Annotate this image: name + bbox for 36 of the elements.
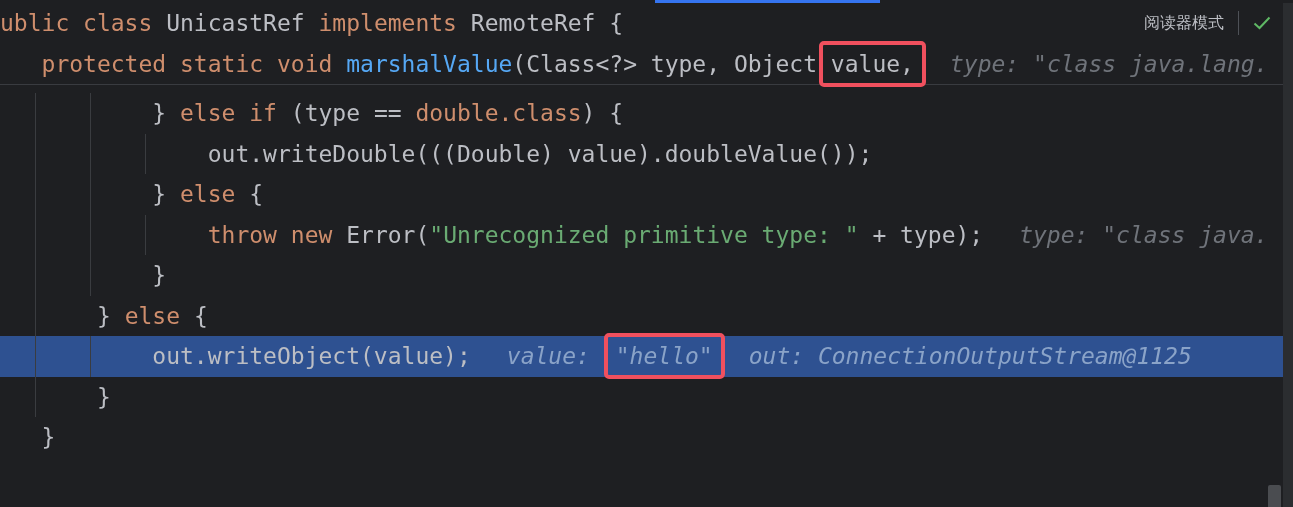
code-text: "Unrecognized primitive type: "	[429, 220, 859, 250]
code-text: ublic class	[0, 9, 154, 38]
reader-mode-link[interactable]: 阅读器模式	[1144, 13, 1224, 34]
code-text: {	[249, 180, 264, 209]
inlay-hint: type: "class java.	[1019, 220, 1269, 250]
code-text: else if	[180, 99, 278, 128]
inlay-hint: "hello"	[603, 333, 725, 380]
code-text: RemoteRef {	[470, 9, 624, 38]
code-text: value,	[818, 40, 926, 87]
code-text: (Class<?> type, Object	[512, 49, 818, 79]
checkmark-icon	[1253, 16, 1271, 31]
code-text: protected static void	[40, 49, 334, 79]
scrollbar-thumb[interactable]	[1268, 485, 1281, 507]
code-text: double.class	[415, 99, 582, 128]
code-text: else	[124, 301, 181, 331]
code-text: Error(	[346, 220, 430, 250]
code-text: }	[151, 261, 167, 290]
code-text: out.writeObject(value);	[151, 342, 471, 371]
inlay-hint: type: "class java.lang.	[949, 49, 1269, 79]
code-text: throw new	[206, 220, 334, 250]
code-text: else	[180, 180, 237, 209]
code-text: }	[95, 382, 111, 412]
code-text: (type ==	[290, 99, 403, 128]
code-text: }	[95, 301, 112, 331]
code-text: marshalValue	[346, 49, 513, 79]
code-text: }	[151, 99, 168, 128]
code-text: + type);	[871, 220, 984, 250]
code-text: }	[40, 423, 56, 452]
code-text: ) {	[581, 99, 624, 128]
code-text: out.writeDouble(((Double) value).doubleValue());	[206, 139, 873, 169]
code-text: }	[151, 180, 168, 209]
inlay-hint: out: ConnectionOutputStream@1125	[748, 342, 1192, 371]
code-text: {	[193, 301, 208, 331]
code-text: implements	[318, 9, 458, 38]
inlay-hint: value:	[506, 342, 591, 371]
code-text: UnicastRef	[166, 9, 306, 38]
